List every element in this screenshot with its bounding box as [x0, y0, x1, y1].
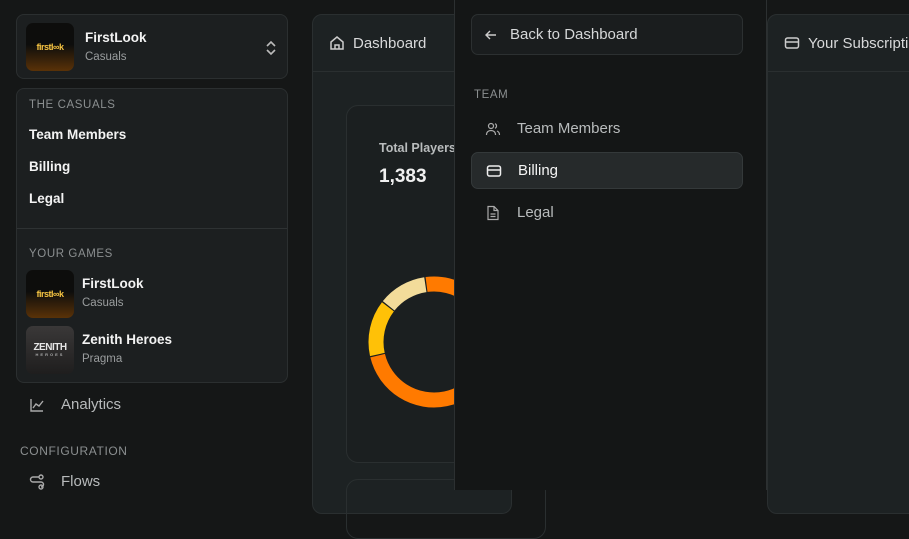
team-section-label: TEAM [474, 89, 509, 101]
game-item-zenith-heroes[interactable]: ZENITH HEROES Zenith Heroes Pragma [25, 325, 281, 375]
dropdown-team-members[interactable]: Team Members [29, 127, 126, 142]
nav-billing[interactable]: Billing [471, 152, 743, 189]
back-to-dashboard-button[interactable]: Back to Dashboard [471, 14, 743, 55]
dashboard-title: Dashboard [353, 34, 427, 52]
nav-label: Billing [518, 162, 559, 179]
games-section-label: YOUR GAMES [29, 248, 113, 260]
nav-legal[interactable]: Legal [471, 194, 743, 231]
game-logo: firstl∞k [26, 23, 74, 71]
settings-nav-overlay: Back to Dashboard TEAM Team Members Bill… [454, 0, 767, 490]
sidebar-label: Flows [61, 473, 101, 490]
chart-line-icon [30, 398, 44, 412]
game-name: FirstLook [85, 30, 147, 45]
users-icon [485, 122, 501, 135]
nav-label: Team Members [517, 120, 621, 137]
donut-segment [382, 277, 427, 311]
flows-icon [29, 473, 45, 490]
home-icon [330, 36, 344, 50]
sidebar-item-flows[interactable]: Flows [29, 473, 100, 490]
nav-team-members[interactable]: Team Members [471, 110, 743, 147]
credit-card-icon [486, 164, 502, 177]
team-section-label: THE CASUALS [29, 99, 116, 111]
team-dropdown: THE CASUALS Team Members Billing Legal Y… [16, 88, 288, 383]
zenith-heroes-logo: ZENITH HEROES [26, 326, 74, 374]
game-name: Zenith Heroes [82, 332, 173, 347]
subscription-title: Your Subscription [808, 34, 909, 52]
document-icon [487, 205, 499, 220]
game-team: Casuals [82, 297, 124, 309]
sidebar-label: Analytics [61, 396, 122, 413]
team-name: Casuals [85, 51, 127, 63]
game-item-firstlook[interactable]: firstl∞k FirstLook Casuals [25, 269, 281, 319]
logo-sub: HEROES [35, 352, 65, 357]
chevron-up-down-icon [266, 40, 276, 56]
dropdown-billing[interactable]: Billing [29, 159, 70, 174]
game-team: Pragma [82, 353, 123, 365]
back-label: Back to Dashboard [510, 26, 638, 43]
configuration-section-label: CONFIGURATION [20, 444, 128, 458]
donut-segment [368, 302, 395, 357]
divider [17, 228, 287, 229]
nav-label: Legal [517, 204, 554, 221]
arrow-left-icon [485, 30, 496, 39]
dropdown-legal[interactable]: Legal [29, 191, 64, 206]
game-name: FirstLook [82, 276, 144, 291]
credit-card-icon [784, 37, 800, 49]
firstlook-logo: firstl∞k [26, 270, 74, 318]
game-switcher[interactable]: firstl∞k FirstLook Casuals [16, 14, 288, 79]
sidebar-item-analytics[interactable]: Analytics [29, 396, 121, 413]
subscription-panel: Your Subscription [767, 14, 909, 514]
